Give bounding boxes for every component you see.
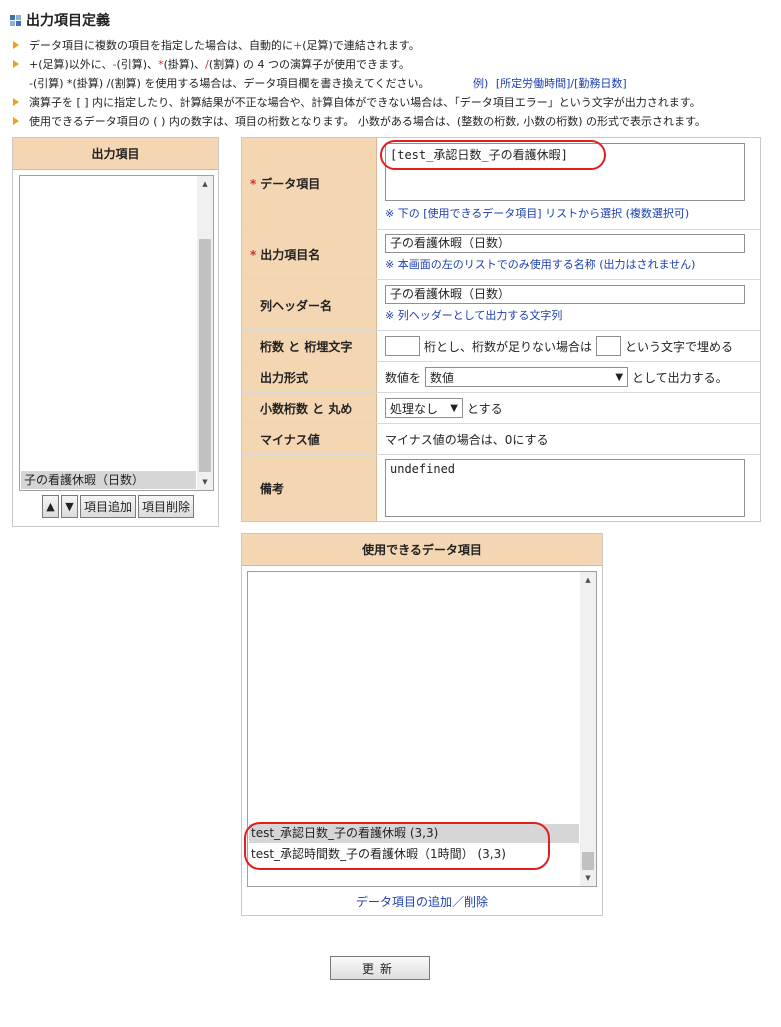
label-digits: 桁数 と 桁埋文字 xyxy=(242,331,377,361)
decimal-select[interactable]: 処理なし ▼ xyxy=(385,398,463,418)
scroll-thumb[interactable] xyxy=(582,852,594,870)
row-output-format: 出力形式 数値を 数値 ▼ として出力する。 xyxy=(242,362,760,393)
row-column-header: 列ヘッダー名 子の看護休暇（日数） ※ 列ヘッダーとして出力する文字列 xyxy=(242,280,760,331)
column-header-input[interactable]: 子の看護休暇（日数） xyxy=(385,285,745,304)
required-mark: * xyxy=(250,176,257,191)
bullet-icon xyxy=(13,98,19,106)
note-item: +(足算)以外に、-(引算)、*(掛算)、/(割算) の 4 つの演算子が使用で… xyxy=(12,55,772,74)
bullet-icon xyxy=(13,117,19,125)
label-output-format: 出力形式 xyxy=(242,362,377,392)
chevron-down-icon: ▼ xyxy=(450,402,458,414)
available-items-list[interactable]: test_承認日数_子の看護休暇 (3,3) test_承認時間数_子の看護休暇… xyxy=(247,571,597,887)
manage-data-items-link[interactable]: データ項目の追加／削除 xyxy=(242,893,602,910)
scroll-down-icon[interactable]: ▼ xyxy=(197,474,213,490)
row-digits: 桁数 と 桁埋文字 桁とし、桁数が足りない場合は という文字で埋める xyxy=(242,331,760,362)
scrollbar[interactable]: ▲ ▼ xyxy=(580,572,596,886)
scroll-thumb[interactable] xyxy=(199,239,211,472)
list-item[interactable]: test_承認日数_子の看護休暇 (3,3) xyxy=(249,824,579,843)
label-minus: マイナス値 xyxy=(242,424,377,454)
required-mark: * xyxy=(250,247,257,262)
label-remarks: 備考 xyxy=(242,455,377,521)
output-format-select[interactable]: 数値 ▼ xyxy=(425,367,629,387)
row-minus: マイナス値 マイナス値の場合は、0にする xyxy=(242,424,760,455)
label-column-header: 列ヘッダー名 xyxy=(242,280,377,330)
output-items-list[interactable]: 子の看護休暇（日数） ▲ ▼ xyxy=(19,175,214,491)
scroll-up-icon[interactable]: ▲ xyxy=(197,176,213,192)
fill-char-input[interactable] xyxy=(596,336,622,356)
data-item-hint: ※ 下の [使用できるデータ項目] リストから選択 (複数選択可) xyxy=(385,207,690,220)
remarks-textarea[interactable]: undefined xyxy=(385,459,745,517)
row-data-item: * データ項目 [test_承認日数_子の看護休暇] ※ 下の [使用できるデータ… xyxy=(242,138,760,230)
output-name-hint: ※ 本画面の左のリストでのみ使用する名称 (出力はされません) xyxy=(385,258,696,271)
output-items-panel: 出力項目 子の看護休暇（日数） ▲ ▼ ▲ ▼ 項目追加 項目削除 xyxy=(12,137,219,527)
update-button[interactable]: 更新 xyxy=(330,956,430,980)
digits-input[interactable] xyxy=(385,336,420,356)
row-output-name: * 出力項目名 子の看護休暇（日数） ※ 本画面の左のリストでのみ使用する名称 (… xyxy=(242,230,760,280)
note-item: 使用できるデータ項目の ( ) 内の数字は、項目の桁数となります。 小数がある場… xyxy=(12,112,772,131)
row-decimal: 小数桁数 と 丸め 処理なし ▼ とする xyxy=(242,393,760,424)
output-items-buttons: ▲ ▼ 項目追加 項目削除 xyxy=(42,495,195,518)
scroll-down-icon[interactable]: ▼ xyxy=(580,870,596,886)
note-item: 演算子を [ ] 内に指定したり、計算結果が不正な場合や、計算自体ができない場合… xyxy=(12,93,772,112)
item-form: * データ項目 [test_承認日数_子の看護休暇] ※ 下の [使用できるデータ… xyxy=(241,137,761,522)
minus-text: マイナス値の場合は、0にする xyxy=(385,432,549,447)
notes-list: データ項目に複数の項目を指定した場合は、自動的に+(足算)で連結されます。 +(… xyxy=(12,36,772,131)
data-item-textarea[interactable]: [test_承認日数_子の看護休暇] xyxy=(385,143,745,201)
bullet-icon xyxy=(13,60,19,68)
example-value: [所定労働時間]/[勤務日数] xyxy=(495,77,627,90)
move-up-button[interactable]: ▲ xyxy=(42,495,59,518)
row-remarks: 備考 undefined xyxy=(242,455,760,521)
available-items-panel: 使用できるデータ項目 test_承認日数_子の看護休暇 (3,3) test_承… xyxy=(241,533,603,916)
scroll-up-icon[interactable]: ▲ xyxy=(580,572,596,588)
bullet-icon xyxy=(13,41,19,49)
column-header-hint: ※ 列ヘッダーとして出力する文字列 xyxy=(385,309,563,322)
available-items-header: 使用できるデータ項目 xyxy=(242,534,602,566)
chevron-down-icon: ▼ xyxy=(615,371,624,383)
label-output-name: * 出力項目名 xyxy=(242,230,377,279)
page-title: 出力項目定義 xyxy=(10,10,110,30)
grid-icon xyxy=(10,14,21,26)
list-item[interactable]: test_承認時間数_子の看護休暇（1時間） (3,3) xyxy=(249,845,579,864)
label-data-item: * データ項目 xyxy=(242,138,377,229)
example-label: 例) xyxy=(473,77,489,90)
note-item: データ項目に複数の項目を指定した場合は、自動的に+(足算)で連結されます。 xyxy=(12,36,772,55)
note-item: -(引算) *(掛算) /(割算) を使用する場合は、データ項目欄を書き換えてく… xyxy=(29,77,627,90)
list-item[interactable]: 子の看護休暇（日数） xyxy=(21,471,196,489)
label-decimal: 小数桁数 と 丸め xyxy=(242,393,377,423)
remove-item-button[interactable]: 項目削除 xyxy=(138,495,195,518)
page-title-text: 出力項目定義 xyxy=(26,13,110,29)
output-items-header: 出力項目 xyxy=(13,138,218,170)
output-name-input[interactable]: 子の看護休暇（日数） xyxy=(385,234,745,253)
scrollbar[interactable]: ▲ ▼ xyxy=(197,176,213,490)
move-down-button[interactable]: ▼ xyxy=(61,495,78,518)
add-item-button[interactable]: 項目追加 xyxy=(80,495,137,518)
